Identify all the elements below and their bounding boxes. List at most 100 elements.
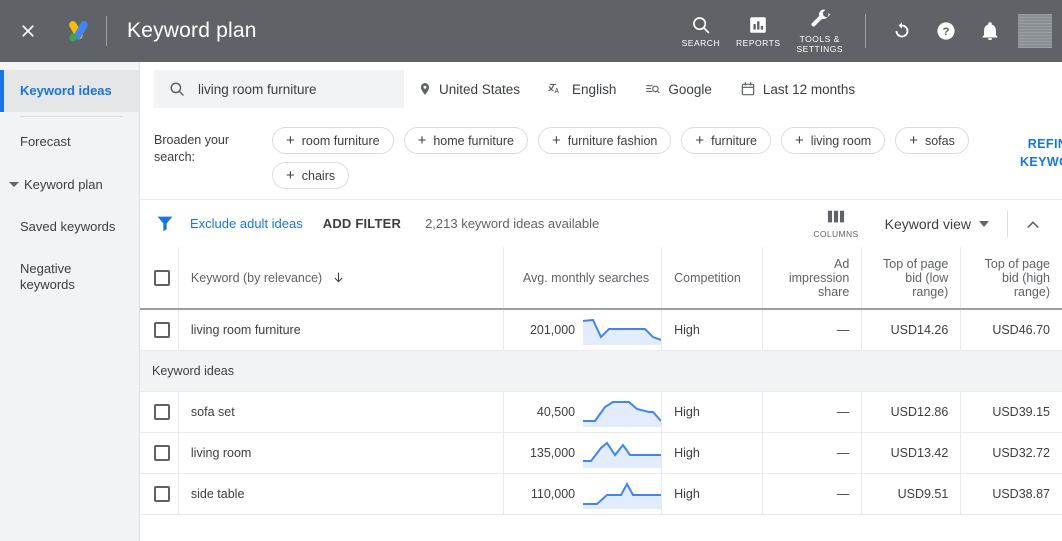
sidebar-item-saved-keywords[interactable]: Saved keywords	[0, 206, 139, 248]
sidebar-item-label: Forecast	[20, 134, 71, 150]
row-checkbox[interactable]	[154, 485, 170, 502]
row-ad-impression-share: —	[762, 432, 863, 474]
row-checkbox[interactable]	[154, 321, 170, 338]
close-icon	[22, 25, 34, 37]
broaden-chip[interactable]: + chairs	[272, 162, 350, 189]
search-input[interactable]: living room furniture	[154, 70, 404, 108]
add-filter-button[interactable]: ADD FILTER	[323, 216, 401, 231]
calendar-icon	[741, 82, 755, 96]
close-button[interactable]	[0, 21, 56, 41]
row-ad-impression-share: —	[762, 391, 863, 433]
broaden-chip[interactable]: + furniture	[681, 127, 771, 154]
row-select-cell	[140, 391, 179, 433]
table-row[interactable]: side table 110,000 High — USD9.51 USD38.…	[140, 473, 1062, 515]
header-search-button[interactable]: SEARCH	[674, 0, 728, 62]
google-ads-logo[interactable]	[56, 18, 100, 44]
select-all-checkbox[interactable]	[154, 269, 170, 286]
broaden-chip-label: sofas	[924, 133, 955, 148]
refine-keywords-button[interactable]: REFINE KEYWORDS	[1020, 135, 1062, 171]
sidebar-item-label: Keyword plan	[24, 176, 103, 192]
row-bid-high: USD39.15	[960, 391, 1062, 433]
header-divider	[106, 16, 107, 46]
column-header-bid-high[interactable]: Top of page bid (high range)	[960, 247, 1062, 310]
date-range-filter[interactable]: Last 12 months	[726, 70, 869, 108]
location-filter[interactable]: United States	[404, 70, 534, 108]
keyword-view-dropdown[interactable]: Keyword view	[869, 216, 1001, 232]
header-tools-settings-label: TOOLS & SETTINGS	[796, 33, 843, 54]
header-search-label: SEARCH	[681, 37, 721, 48]
row-bid-low: USD12.86	[861, 391, 962, 433]
column-header-keyword-label: Keyword (by relevance)	[190, 270, 323, 285]
keyword-planner-app: Keyword plan SEARCH REPORTS TOOLS & SETTI…	[0, 0, 1062, 541]
columns-icon	[827, 210, 845, 223]
row-avg-searches: 110,000	[530, 486, 576, 501]
exclude-adult-ideas-link[interactable]: Exclude adult ideas	[190, 216, 303, 231]
row-avg-searches: 135,000	[529, 445, 576, 460]
svg-text:?: ?	[943, 26, 950, 38]
broaden-chip[interactable]: + living room	[780, 127, 886, 154]
filter-funnel-icon[interactable]	[154, 213, 176, 235]
network-filter-label: Google	[668, 81, 712, 97]
search-filter-row: living room furniture United States Engl…	[140, 62, 1062, 117]
broaden-chip[interactable]: + sofas	[895, 127, 969, 154]
sidebar-item-negative-keywords[interactable]: Negative keywords	[0, 248, 139, 307]
avatar[interactable]	[1018, 14, 1052, 48]
column-header-bid-low[interactable]: Top of page bid (low range)	[861, 247, 962, 310]
location-filter-label: United States	[439, 81, 521, 97]
header-reports-button[interactable]: REPORTS	[728, 0, 788, 62]
sidebar: Keyword ideas Forecast Keyword plan Save…	[0, 62, 140, 541]
google-ads-logo-icon	[69, 21, 88, 42]
keyword-table-container[interactable]: Keyword (by relevance) Avg. monthly sear…	[140, 247, 1062, 541]
collapse-panel-button[interactable]	[1016, 207, 1050, 241]
toolbar-divider	[1007, 210, 1008, 237]
columns-button[interactable]: COLUMNS	[803, 208, 868, 239]
keyword-ideas-count: 2,213 keyword ideas available	[425, 216, 600, 231]
plus-icon: +	[417, 132, 427, 149]
sidebar-item-keyword-plan[interactable]: Keyword plan	[0, 164, 139, 206]
column-header-competition[interactable]: Competition	[661, 247, 764, 310]
broaden-chip-list: + room furniture + home furniture + furnitu…	[272, 123, 1048, 189]
plus-icon: +	[286, 132, 295, 149]
broaden-chip-label: furniture	[711, 133, 757, 148]
sparkline-chart	[583, 441, 662, 468]
row-bid-low: USD9.51	[861, 473, 962, 515]
table-row[interactable]: living room furniture 201,000 High — USD…	[140, 309, 1062, 351]
column-header-ad-impression-share[interactable]: Ad impression share	[762, 247, 863, 310]
header-divider-2	[865, 14, 866, 48]
broaden-chip[interactable]: + room furniture	[272, 127, 394, 154]
broaden-chip[interactable]: + furniture fashion	[537, 127, 672, 154]
row-ad-impression-share: —	[762, 473, 863, 515]
notifications-button[interactable]	[968, 0, 1012, 62]
column-header-avg-monthly-searches[interactable]: Avg. monthly searches	[503, 247, 663, 310]
chevron-down-icon	[979, 220, 989, 227]
row-bid-low: USD13.42	[861, 432, 962, 474]
network-filter[interactable]: Google	[630, 70, 726, 108]
date-range-filter-label: Last 12 months	[762, 81, 856, 97]
row-checkbox[interactable]	[154, 444, 170, 461]
sidebar-item-label: Saved keywords	[20, 218, 116, 234]
row-checkbox[interactable]	[154, 403, 170, 420]
column-header-keyword[interactable]: Keyword (by relevance)	[178, 247, 505, 310]
bar-chart-icon	[750, 16, 767, 33]
row-avg-searches-cell: 40,500	[503, 391, 663, 433]
plus-icon: +	[695, 132, 705, 149]
language-filter[interactable]: English	[534, 70, 630, 108]
wrench-icon	[811, 9, 830, 27]
table-row[interactable]: living room 135,000 High — USD13.42 USD3…	[140, 432, 1062, 474]
row-keyword: living room furniture	[178, 309, 505, 351]
sidebar-item-keyword-ideas[interactable]: Keyword ideas	[0, 70, 139, 113]
row-select-cell	[140, 473, 179, 515]
header-tools-settings-button[interactable]: TOOLS & SETTINGS	[788, 0, 851, 62]
broaden-search-section: Broaden your search: + room furniture + ho…	[140, 117, 1062, 199]
select-all-cell	[140, 247, 179, 310]
refresh-button[interactable]	[880, 0, 924, 62]
table-row[interactable]: sofa set 40,500 High — USD12.86 USD39.15	[140, 391, 1062, 433]
sidebar-item-forecast[interactable]: Forecast	[0, 121, 139, 163]
chevron-up-icon	[1027, 220, 1039, 228]
broaden-chip[interactable]: + home furniture	[403, 127, 528, 154]
broaden-search-label: Broaden your search:	[154, 133, 230, 164]
help-button[interactable]: ?	[924, 0, 968, 62]
sidebar-divider	[20, 116, 123, 118]
refresh-icon	[895, 22, 909, 38]
row-competition: High	[661, 391, 764, 433]
